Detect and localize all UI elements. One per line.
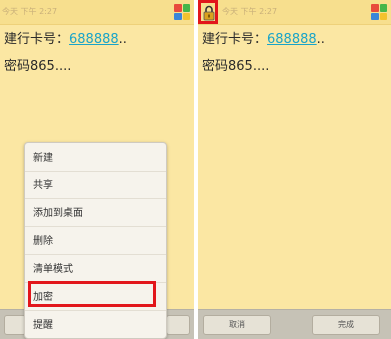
left-note-screen: 今天 下午 2:27 建行卡号：688888.. 密码865.... 新建 共享… — [0, 0, 194, 339]
menu-item-share[interactable]: 共享 — [25, 172, 166, 199]
done-button[interactable]: 完成 — [312, 315, 380, 335]
menu-item-checklist-mode[interactable]: 清单模式 — [25, 256, 166, 283]
card-number-link[interactable]: 688888 — [69, 32, 119, 47]
toolbar-button-right[interactable] — [166, 315, 190, 335]
card-number-line: 建行卡号：688888.. — [202, 28, 325, 47]
color-grid-icon[interactable] — [371, 4, 387, 20]
context-menu: 新建 共享 添加到桌面 删除 清单模式 加密 提醒 — [24, 142, 167, 339]
menu-item-add-to-desktop[interactable]: 添加到桌面 — [25, 200, 166, 227]
lock-icon[interactable] — [203, 5, 215, 21]
toolbar-button-left[interactable] — [4, 315, 26, 335]
password-line: 密码865.... — [4, 59, 72, 74]
note-header: 今天 下午 2:27 — [198, 0, 391, 25]
menu-item-delete[interactable]: 删除 — [25, 228, 166, 255]
menu-item-new[interactable]: 新建 — [25, 145, 166, 172]
bottom-toolbar: 取消 完成 — [198, 309, 391, 339]
note-timestamp: 今天 下午 2:27 — [222, 7, 278, 16]
cancel-button[interactable]: 取消 — [203, 315, 271, 335]
card-number-line: 建行卡号：688888.. — [4, 28, 127, 47]
card-label: 建行卡号： — [202, 32, 268, 47]
password-line: 密码865.... — [202, 59, 270, 74]
note-timestamp: 今天 下午 2:27 — [2, 7, 58, 16]
card-suffix: .. — [316, 32, 325, 47]
note-header: 今天 下午 2:27 — [0, 0, 194, 25]
right-note-screen: 今天 下午 2:27 建行卡号：688888.. 密码865.... 取消 完成 — [198, 0, 391, 339]
card-label: 建行卡号： — [4, 32, 70, 47]
color-grid-icon[interactable] — [174, 4, 190, 20]
menu-item-encrypt[interactable]: 加密 — [25, 284, 166, 311]
lock-highlight-box — [198, 0, 218, 24]
card-number-link[interactable]: 688888 — [267, 32, 317, 47]
card-suffix: .. — [118, 32, 127, 47]
menu-item-reminder[interactable]: 提醒 — [25, 312, 166, 339]
